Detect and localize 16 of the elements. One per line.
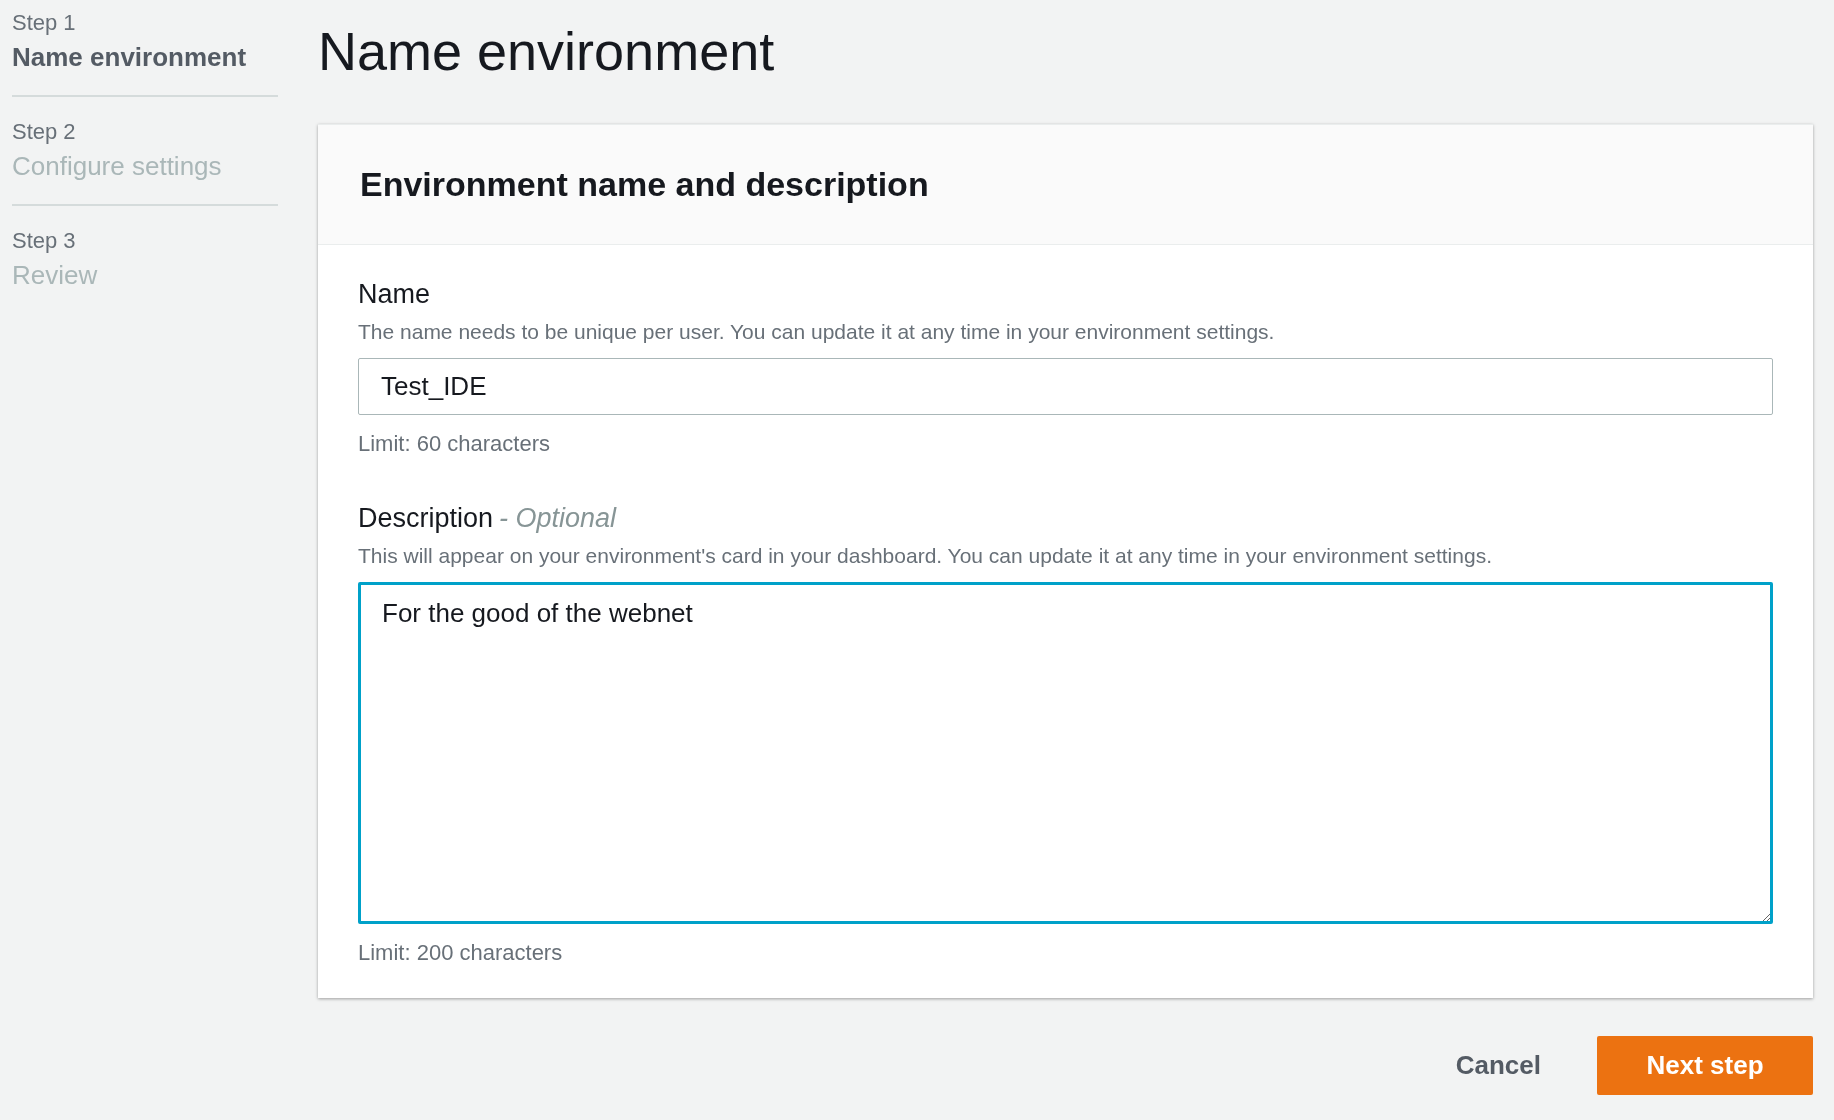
field-hint: This will appear on your environment's card in your dashboard. You can update it at any time in your environment settings. <box>358 544 1492 568</box>
description-field[interactable]: For the good of the webnet <box>358 582 1773 924</box>
field-label: Description <box>358 503 494 533</box>
field-hint: The name needs to be unique per user. You can update it at any time in your environment settings. <box>358 320 1275 344</box>
step-number: Step 1 <box>12 10 76 36</box>
step-number: Step 2 <box>12 119 76 145</box>
page-title: Name environment <box>318 20 775 82</box>
name-field[interactable]: Test_IDE <box>358 358 1773 415</box>
card-title: Environment name and description <box>360 165 930 204</box>
step-number: Step 3 <box>12 228 76 254</box>
step-link[interactable]: Name environment <box>12 42 247 73</box>
character-limit: Limit: 60 characters <box>358 431 550 457</box>
character-limit: Limit: 200 characters <box>358 940 563 966</box>
optional-label: - Optional <box>499 503 617 533</box>
cancel-button[interactable]: Cancel <box>1435 1036 1561 1095</box>
field-label: Name <box>358 279 431 310</box>
